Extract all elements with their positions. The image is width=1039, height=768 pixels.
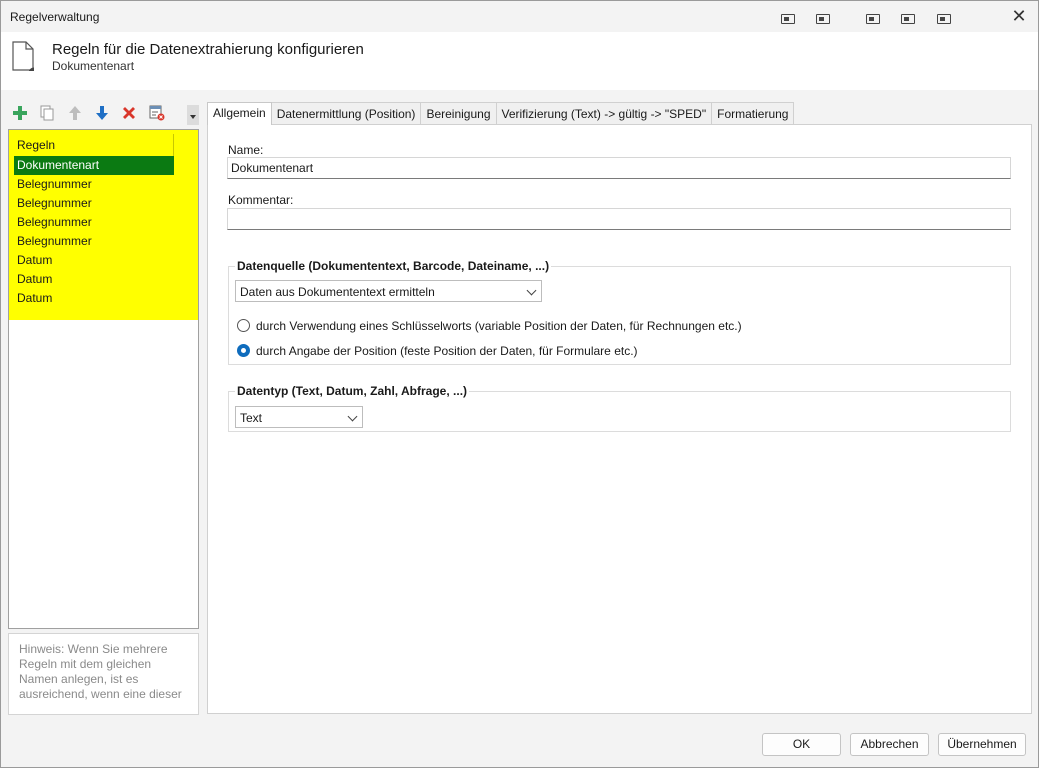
tab-formatierung[interactable]: Formatierung bbox=[711, 102, 795, 124]
hint-line: Regeln mit dem gleichen bbox=[19, 657, 152, 671]
dropdown-icon[interactable] bbox=[187, 105, 199, 125]
comment-label: Kommentar: bbox=[228, 193, 294, 207]
add-icon[interactable] bbox=[10, 103, 30, 123]
layout-icon[interactable] bbox=[781, 14, 795, 24]
apply-button[interactable]: Übernehmen bbox=[938, 733, 1026, 756]
rule-list-item[interactable]: Belegnummer bbox=[14, 175, 174, 194]
radio-position-label[interactable]: durch Angabe der Position (feste Positio… bbox=[256, 344, 638, 358]
tab-allgemein[interactable]: Allgemein bbox=[207, 102, 272, 125]
page-title: Regeln für die Datenextrahierung konfigu… bbox=[52, 41, 364, 58]
datasource-select[interactable]: Daten aus Dokumententext ermitteln bbox=[235, 280, 542, 302]
rule-list-item[interactable]: Datum bbox=[14, 270, 174, 289]
tab-content: Name: Kommentar: Datenquelle (Dokumenten… bbox=[207, 124, 1032, 714]
document-settings-icon bbox=[12, 41, 34, 71]
radio-keyword[interactable] bbox=[237, 319, 250, 332]
rules-column-header[interactable]: Regeln bbox=[14, 134, 174, 156]
chevron-down-icon bbox=[347, 411, 358, 422]
hint-text: Hinweis: Wenn Sie mehrere Regeln mit dem… bbox=[8, 633, 199, 715]
move-down-icon[interactable] bbox=[92, 103, 112, 123]
delete-icon[interactable] bbox=[119, 103, 139, 123]
cancel-button[interactable]: Abbrechen bbox=[850, 733, 929, 756]
rule-list-item[interactable]: Belegnummer bbox=[14, 232, 174, 251]
delete-all-icon[interactable] bbox=[147, 103, 167, 123]
datasource-title: Datenquelle (Dokumententext, Barcode, Da… bbox=[235, 259, 552, 273]
tab-bereinigung[interactable]: Bereinigung bbox=[420, 102, 497, 124]
chevron-down-icon bbox=[526, 285, 537, 296]
rules-list: Regeln Dokumentenart Belegnummer Belegnumm… bbox=[8, 129, 199, 629]
title-bar: Regelverwaltung ✕ bbox=[1, 1, 1038, 32]
comment-input[interactable] bbox=[227, 208, 1011, 230]
rule-list-item[interactable]: Belegnummer bbox=[14, 213, 174, 232]
copy-icon[interactable] bbox=[37, 103, 57, 123]
datatype-title: Datentyp (Text, Datum, Zahl, Abfrage, ..… bbox=[235, 384, 470, 398]
dialog-window: Regelverwaltung ✕ Regeln für die Datenex… bbox=[0, 0, 1039, 768]
tab-content-inner: Name: Kommentar: Datenquelle (Dokumenten… bbox=[214, 129, 1025, 709]
datatype-select[interactable]: Text bbox=[235, 406, 363, 428]
tab-bar: Allgemein Datenermittlung (Position) Ber… bbox=[207, 102, 795, 125]
window-title: Regelverwaltung bbox=[10, 10, 100, 24]
move-up-icon[interactable] bbox=[65, 103, 85, 123]
datasource-selected-value: Daten aus Dokumententext ermitteln bbox=[240, 285, 435, 299]
rule-list-item[interactable]: Datum bbox=[14, 289, 174, 308]
name-label: Name: bbox=[228, 143, 264, 157]
layout-icon[interactable] bbox=[937, 14, 951, 24]
tab-datenermittlung[interactable]: Datenermittlung (Position) bbox=[270, 102, 422, 124]
rule-list-item[interactable]: Dokumentenart bbox=[14, 156, 174, 175]
dialog-header: Regeln für die Datenextrahierung konfigu… bbox=[1, 32, 1038, 90]
layout-icon[interactable] bbox=[866, 14, 880, 24]
radio-keyword-label[interactable]: durch Verwendung eines Schlüsselworts (v… bbox=[256, 319, 742, 333]
close-button[interactable]: ✕ bbox=[1008, 5, 1030, 27]
ok-button[interactable]: OK bbox=[762, 733, 841, 756]
layout-icon[interactable] bbox=[901, 14, 915, 24]
rules-toolbar bbox=[8, 101, 199, 125]
page-subtitle: Dokumentenart bbox=[52, 59, 135, 73]
datatype-selected-value: Text bbox=[240, 411, 263, 425]
hint-line: Namen anlegen, ist es bbox=[19, 672, 139, 686]
radio-position[interactable] bbox=[237, 344, 250, 357]
rule-list-item[interactable]: Belegnummer bbox=[14, 194, 174, 213]
tab-verifizierung[interactable]: Verifizierung (Text) -> gültig -> "SPED" bbox=[495, 102, 713, 124]
hint-line: Hinweis: Wenn Sie mehrere bbox=[19, 642, 168, 656]
rule-list-item[interactable]: Datum bbox=[14, 251, 174, 270]
hint-line: ausreichend, wenn eine dieser bbox=[19, 687, 182, 701]
layout-icon[interactable] bbox=[816, 14, 830, 24]
name-input[interactable] bbox=[227, 157, 1011, 179]
